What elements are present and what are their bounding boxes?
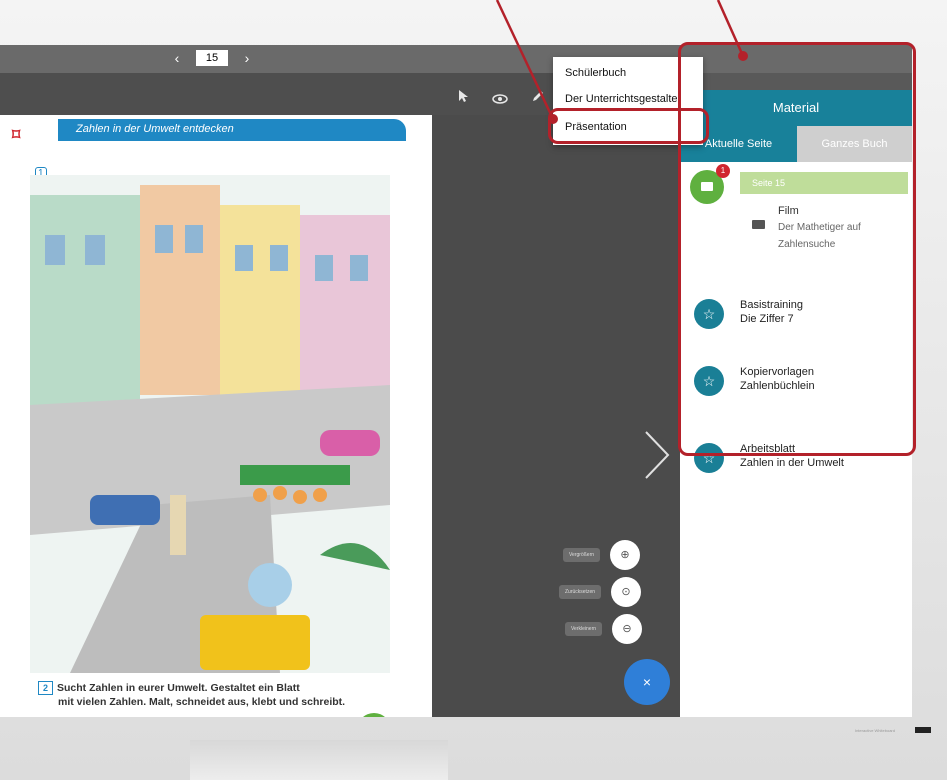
item-title: Basistraining — [740, 299, 803, 311]
zoom-enlarge-label: Vergrößern — [563, 548, 601, 562]
street-illustration — [30, 175, 390, 673]
zoom-out-icon[interactable]: ⊖ — [612, 614, 643, 644]
task-2: 2 Sucht Zahlen in eurer Umwelt. Gestaltet… — [38, 681, 345, 709]
item-title: Arbeitsblatt — [740, 443, 796, 455]
menu-item-unterrichtsgestalter[interactable]: Der Unterrichtsgestalter — [565, 93, 681, 105]
item-subtitle: Zahlenbüchlein — [740, 380, 815, 392]
next-page-arrow-icon[interactable] — [642, 430, 672, 480]
screen: ‹ › ⌑ Zahlen in der Umwelt entdecken 1 — [0, 45, 912, 717]
zoom-reset-label: Zurücksetzen — [559, 585, 602, 599]
bezel-label: Interactive Whiteboard — [854, 728, 895, 733]
film-title[interactable]: Film — [778, 205, 799, 217]
book-page: ⌑ Zahlen in der Umwelt entdecken 1 2 Suc… — [0, 115, 432, 717]
chapter-heading: Zahlen in der Umwelt entdecken — [76, 123, 234, 135]
tab-whole-book[interactable]: Ganzes Buch — [797, 126, 912, 162]
notification-badge: 1 — [716, 164, 730, 178]
chevron-right-icon[interactable]: › — [240, 50, 254, 66]
task-2-number: 2 — [38, 681, 53, 695]
page-navigation: ‹ › — [170, 50, 254, 66]
item-subtitle: Zahlen in der Umwelt — [740, 457, 844, 469]
bookmark-icon[interactable]: ⌑ — [12, 125, 20, 145]
zoom-enlarge-row: Vergrößern ⊕ — [563, 540, 641, 570]
task-2-line-2: mit vielen Zahlen. Malt, schneidet aus, … — [58, 696, 346, 708]
pointer-icon[interactable] — [458, 89, 470, 106]
item-title: Kopiervorlagen — [740, 366, 814, 378]
panel-title: Material — [680, 90, 912, 126]
star-icon: ☆ — [694, 366, 724, 396]
monitor-stand — [190, 740, 448, 780]
menu-item-praesentation[interactable]: Präsentation — [565, 121, 627, 133]
chevron-left-icon[interactable]: ‹ — [170, 50, 184, 66]
bezel-sensor — [915, 727, 931, 733]
eye-icon[interactable] — [492, 91, 508, 107]
zoom-shrink-label: Verkleinern — [565, 622, 603, 636]
zoom-reset-row: Zurücksetzen ⊙ — [559, 577, 642, 607]
material-panel: Material Aktuelle Seite Ganzes Buch Seit… — [680, 90, 912, 717]
star-icon: ☆ — [694, 443, 724, 473]
zoom-reset-icon[interactable]: ⊙ — [611, 577, 642, 607]
task-2-line-1: Sucht Zahlen in eurer Umwelt. Gestaltet … — [57, 682, 300, 694]
star-icon: ☆ — [694, 299, 724, 329]
page-input[interactable] — [196, 50, 228, 66]
chapter-band: Zahlen in der Umwelt entdecken — [58, 119, 406, 141]
view-menu: Schülerbuch Der Unterrichtsgestalter Prä… — [553, 57, 703, 145]
page-label: Seite 15 — [740, 172, 908, 194]
presentation-area — [432, 115, 680, 717]
film-badge-icon[interactable] — [357, 713, 391, 717]
zoom-shrink-row: Verkleinern ⊖ — [565, 614, 643, 644]
top-nav-bar: ‹ › — [0, 45, 912, 73]
item-subtitle: Die Ziffer 7 — [740, 313, 794, 325]
film-description[interactable]: Der Mathetiger auf Zahlensuche — [778, 219, 888, 253]
callout-dot — [548, 114, 558, 124]
zoom-in-icon[interactable]: ⊕ — [610, 540, 641, 570]
close-fab-button[interactable]: × — [624, 659, 670, 705]
callout-dot — [738, 51, 748, 61]
video-camera-icon — [752, 220, 765, 229]
menu-item-schuelerbuch[interactable]: Schülerbuch — [565, 67, 626, 79]
pen-icon[interactable] — [531, 89, 545, 106]
monitor-frame: Interactive Whiteboard ‹ › ⌑ Zahlen in d… — [0, 0, 947, 780]
